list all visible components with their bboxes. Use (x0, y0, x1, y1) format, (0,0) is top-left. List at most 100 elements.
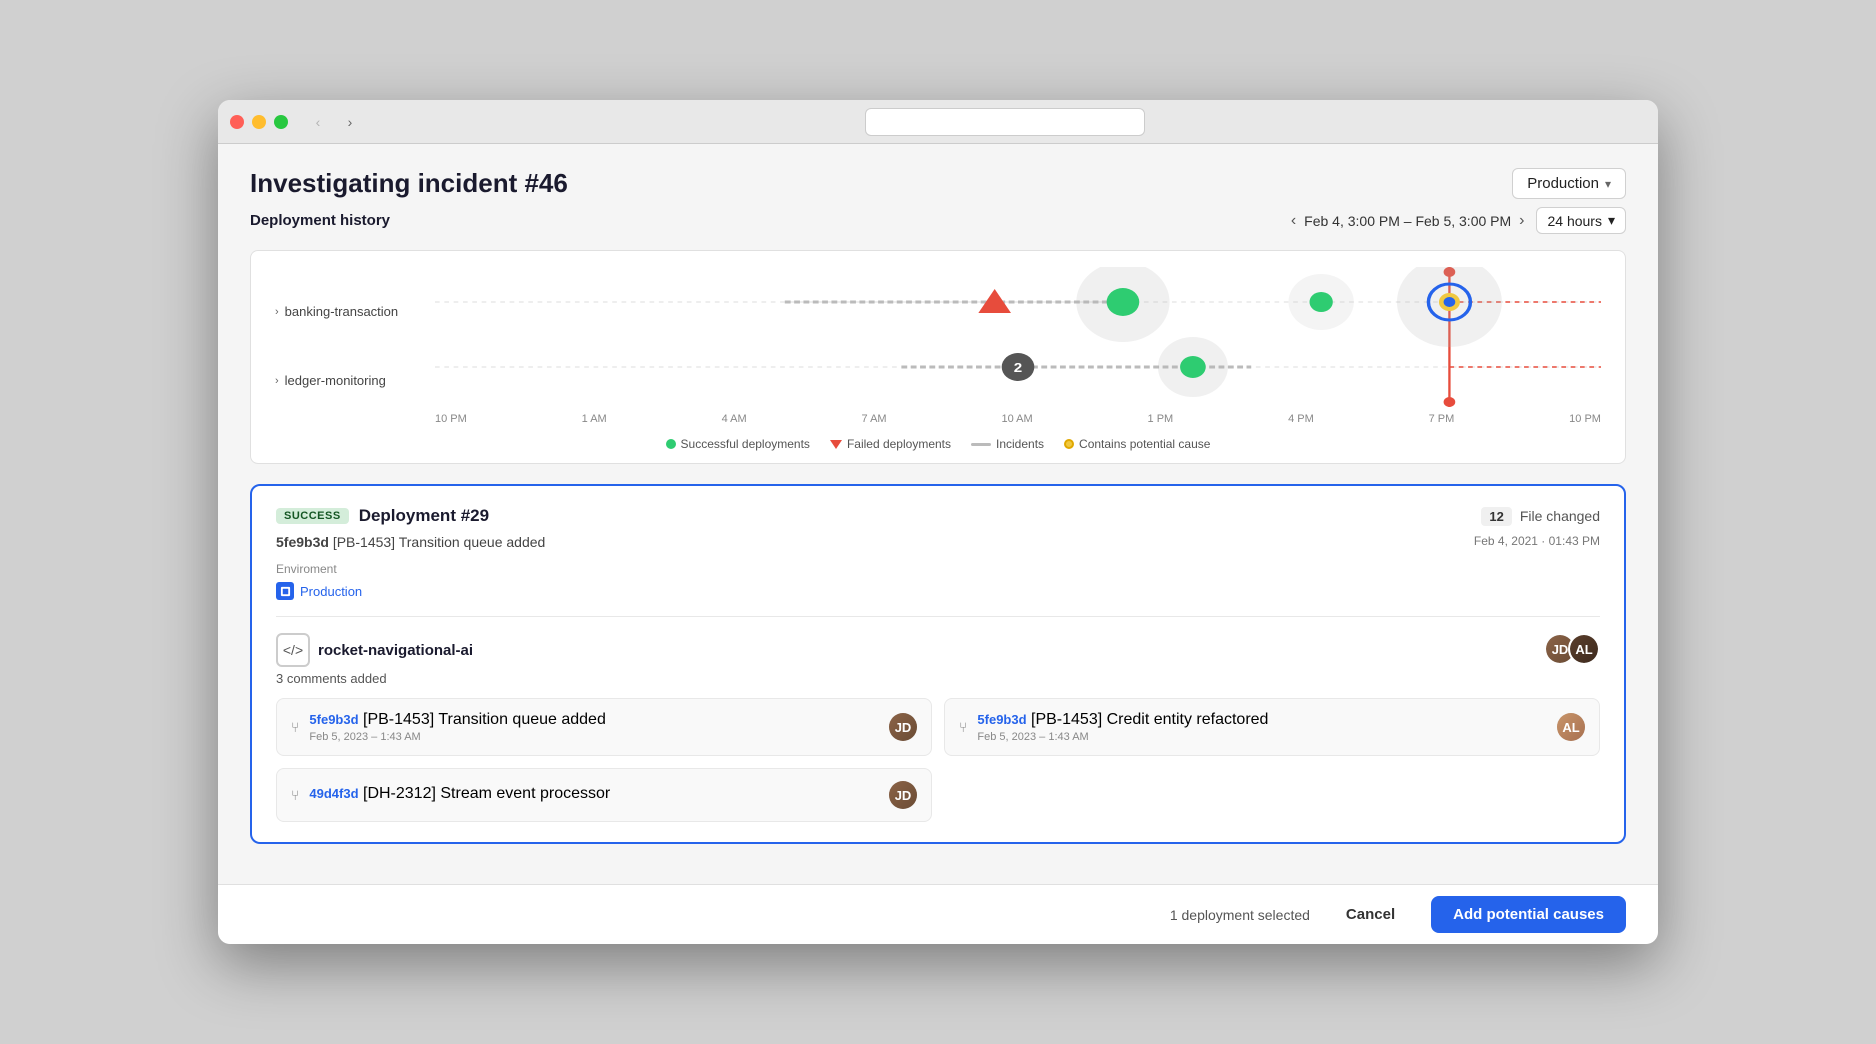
commit-avatar-1: JD (889, 713, 917, 741)
commit-line-1: 5fe9b3d [PB-1453] Transition queue added (309, 711, 879, 729)
expand-arrow-icon: › (275, 306, 279, 318)
card-commit-hash: 5fe9b3d (276, 534, 329, 550)
legend-potential-label: Contains potential cause (1079, 437, 1210, 451)
commit-info-1: 5fe9b3d [PB-1453] Transition queue added… (309, 711, 879, 743)
app-window: ‹ › Investigating incident #46 Productio… (218, 100, 1658, 944)
time-range-chevron: ▾ (1608, 212, 1615, 229)
avatar-person-2: AL (1570, 635, 1598, 663)
commit-date-1: Feb 5, 2023 – 1:43 AM (309, 731, 879, 743)
chevron-down-icon: ▾ (1605, 177, 1611, 191)
card-title: Deployment #29 (359, 506, 489, 526)
prev-date-button[interactable]: ‹ (1291, 212, 1296, 230)
commit-line-2: 5fe9b3d [PB-1453] Credit entity refactor… (977, 711, 1547, 729)
commit-line-3: 49d4f3d [DH-2312] Stream event processor (309, 785, 879, 803)
commit-person-1: JD (889, 713, 917, 741)
potential-dot-icon (1064, 439, 1074, 449)
card-header: SUCCESS Deployment #29 12 File changed (276, 506, 1600, 526)
x-label-3: 7 AM (862, 413, 887, 425)
legend-failed: Failed deployments (830, 437, 951, 451)
commit-person-3: JD (889, 781, 917, 809)
next-date-button[interactable]: › (1519, 212, 1524, 230)
cancel-button[interactable]: Cancel (1330, 898, 1411, 931)
maximize-button[interactable] (274, 115, 288, 129)
repo-left: </> rocket-navigational-ai 3 comments ad… (276, 633, 473, 686)
time-range-dropdown[interactable]: 24 hours ▾ (1536, 207, 1626, 234)
chart-x-axis: 10 PM 1 AM 4 AM 7 AM 10 AM 1 PM 4 PM 7 P… (435, 407, 1601, 425)
commit-hash-link-2[interactable]: 5fe9b3d (977, 712, 1026, 727)
date-range-label: Feb 4, 3:00 PM – Feb 5, 3:00 PM (1304, 213, 1511, 229)
commit-branch-icon-1: ⑂ (291, 719, 299, 735)
commit-item-3: ⑂ 49d4f3d [DH-2312] Stream event process… (276, 768, 932, 822)
legend-potential: Contains potential cause (1064, 437, 1210, 451)
commit-branch-icon-2: ⑂ (959, 719, 967, 735)
incidents-line-icon (971, 443, 991, 446)
legend-successful-label: Successful deployments (681, 437, 810, 451)
card-commit-message: [PB-1453] Transition queue added (333, 534, 546, 550)
repo-name: rocket-navigational-ai (318, 642, 473, 659)
banking-label: banking-transaction (285, 304, 398, 319)
production-icon (276, 582, 294, 600)
x-label-1: 1 AM (582, 413, 607, 425)
commit-person-2: AL (1557, 713, 1585, 741)
commit-avatar-3: JD (889, 781, 917, 809)
success-badge: SUCCESS (276, 508, 349, 524)
comments-count: 3 comments added (276, 671, 473, 686)
card-divider (276, 616, 1600, 617)
minimize-button[interactable] (252, 115, 266, 129)
repo-section: </> rocket-navigational-ai 3 comments ad… (276, 633, 1600, 686)
deployment-history-title: Deployment history (250, 212, 390, 229)
chart-legend: Successful deployments Failed deployment… (275, 437, 1601, 451)
deployment-history-header: Deployment history ‹ Feb 4, 3:00 PM – Fe… (250, 207, 1626, 234)
env-badge: Production (276, 582, 1600, 600)
chart-body: › banking-transaction › ledger-monitorin… (275, 267, 1601, 425)
legend-incidents-label: Incidents (996, 437, 1044, 451)
search-bar (364, 108, 1646, 136)
legend-failed-label: Failed deployments (847, 437, 951, 451)
avatar-2: AL (1568, 633, 1600, 665)
deployment-card: SUCCESS Deployment #29 12 File changed 5… (250, 484, 1626, 844)
traffic-lights (230, 115, 288, 129)
legend-incidents: Incidents (971, 437, 1044, 451)
search-input[interactable] (865, 108, 1145, 136)
x-label-4: 10 AM (1001, 413, 1032, 425)
contributor-avatars: JD AL (1544, 633, 1600, 665)
nav-arrows: ‹ › (304, 110, 364, 134)
deployment-selected-text: 1 deployment selected (1170, 907, 1310, 923)
commit-hash-link-1[interactable]: 5fe9b3d (309, 712, 358, 727)
titlebar: ‹ › (218, 100, 1658, 144)
card-commit-info: 5fe9b3d [PB-1453] Transition queue added (276, 534, 545, 562)
file-changed-area: 12 File changed (1481, 507, 1600, 526)
card-date: Feb 4, 2021 · 01:43 PM (1474, 534, 1600, 548)
page-title: Investigating incident #46 (250, 168, 568, 199)
card-title-row: SUCCESS Deployment #29 (276, 506, 489, 526)
chart-labels: › banking-transaction › ledger-monitorin… (275, 267, 435, 425)
legend-successful: Successful deployments (666, 437, 810, 451)
x-label-2: 4 AM (722, 413, 747, 425)
chart-label-ledger[interactable]: › ledger-monitoring (275, 351, 435, 411)
commit-info-3: 49d4f3d [DH-2312] Stream event processor (309, 785, 879, 805)
deployment-chart: › banking-transaction › ledger-monitorin… (250, 250, 1626, 464)
x-label-7: 7 PM (1429, 413, 1455, 425)
bottom-bar: 1 deployment selected Cancel Add potenti… (218, 884, 1658, 944)
forward-button[interactable]: › (336, 110, 364, 134)
page-header: Investigating incident #46 Production ▾ (250, 168, 1626, 199)
x-label-8: 10 PM (1569, 413, 1601, 425)
commit-item-1: ⑂ 5fe9b3d [PB-1453] Transition queue add… (276, 698, 932, 756)
chart-wrapper: 2 (435, 267, 1601, 407)
environment-dropdown[interactable]: Production ▾ (1512, 168, 1626, 199)
commit-msg-3: [DH-2312] Stream event processor (363, 785, 610, 802)
add-potential-causes-button[interactable]: Add potential causes (1431, 896, 1626, 933)
back-button[interactable]: ‹ (304, 110, 332, 134)
repo-name-row: </> rocket-navigational-ai (276, 633, 473, 667)
chart-svg: 2 (435, 267, 1601, 407)
commit-hash-link-3[interactable]: 49d4f3d (309, 786, 358, 801)
date-range: ‹ Feb 4, 3:00 PM – Feb 5, 3:00 PM › (1291, 212, 1525, 230)
x-label-6: 4 PM (1288, 413, 1314, 425)
close-button[interactable] (230, 115, 244, 129)
code-icon: </> (276, 633, 310, 667)
chart-label-banking[interactable]: › banking-transaction (275, 282, 435, 342)
svg-text:2: 2 (1014, 360, 1023, 375)
file-count: 12 (1481, 507, 1511, 526)
x-label-0: 10 PM (435, 413, 467, 425)
card-subtitle: 5fe9b3d [PB-1453] Transition queue added (276, 534, 545, 550)
